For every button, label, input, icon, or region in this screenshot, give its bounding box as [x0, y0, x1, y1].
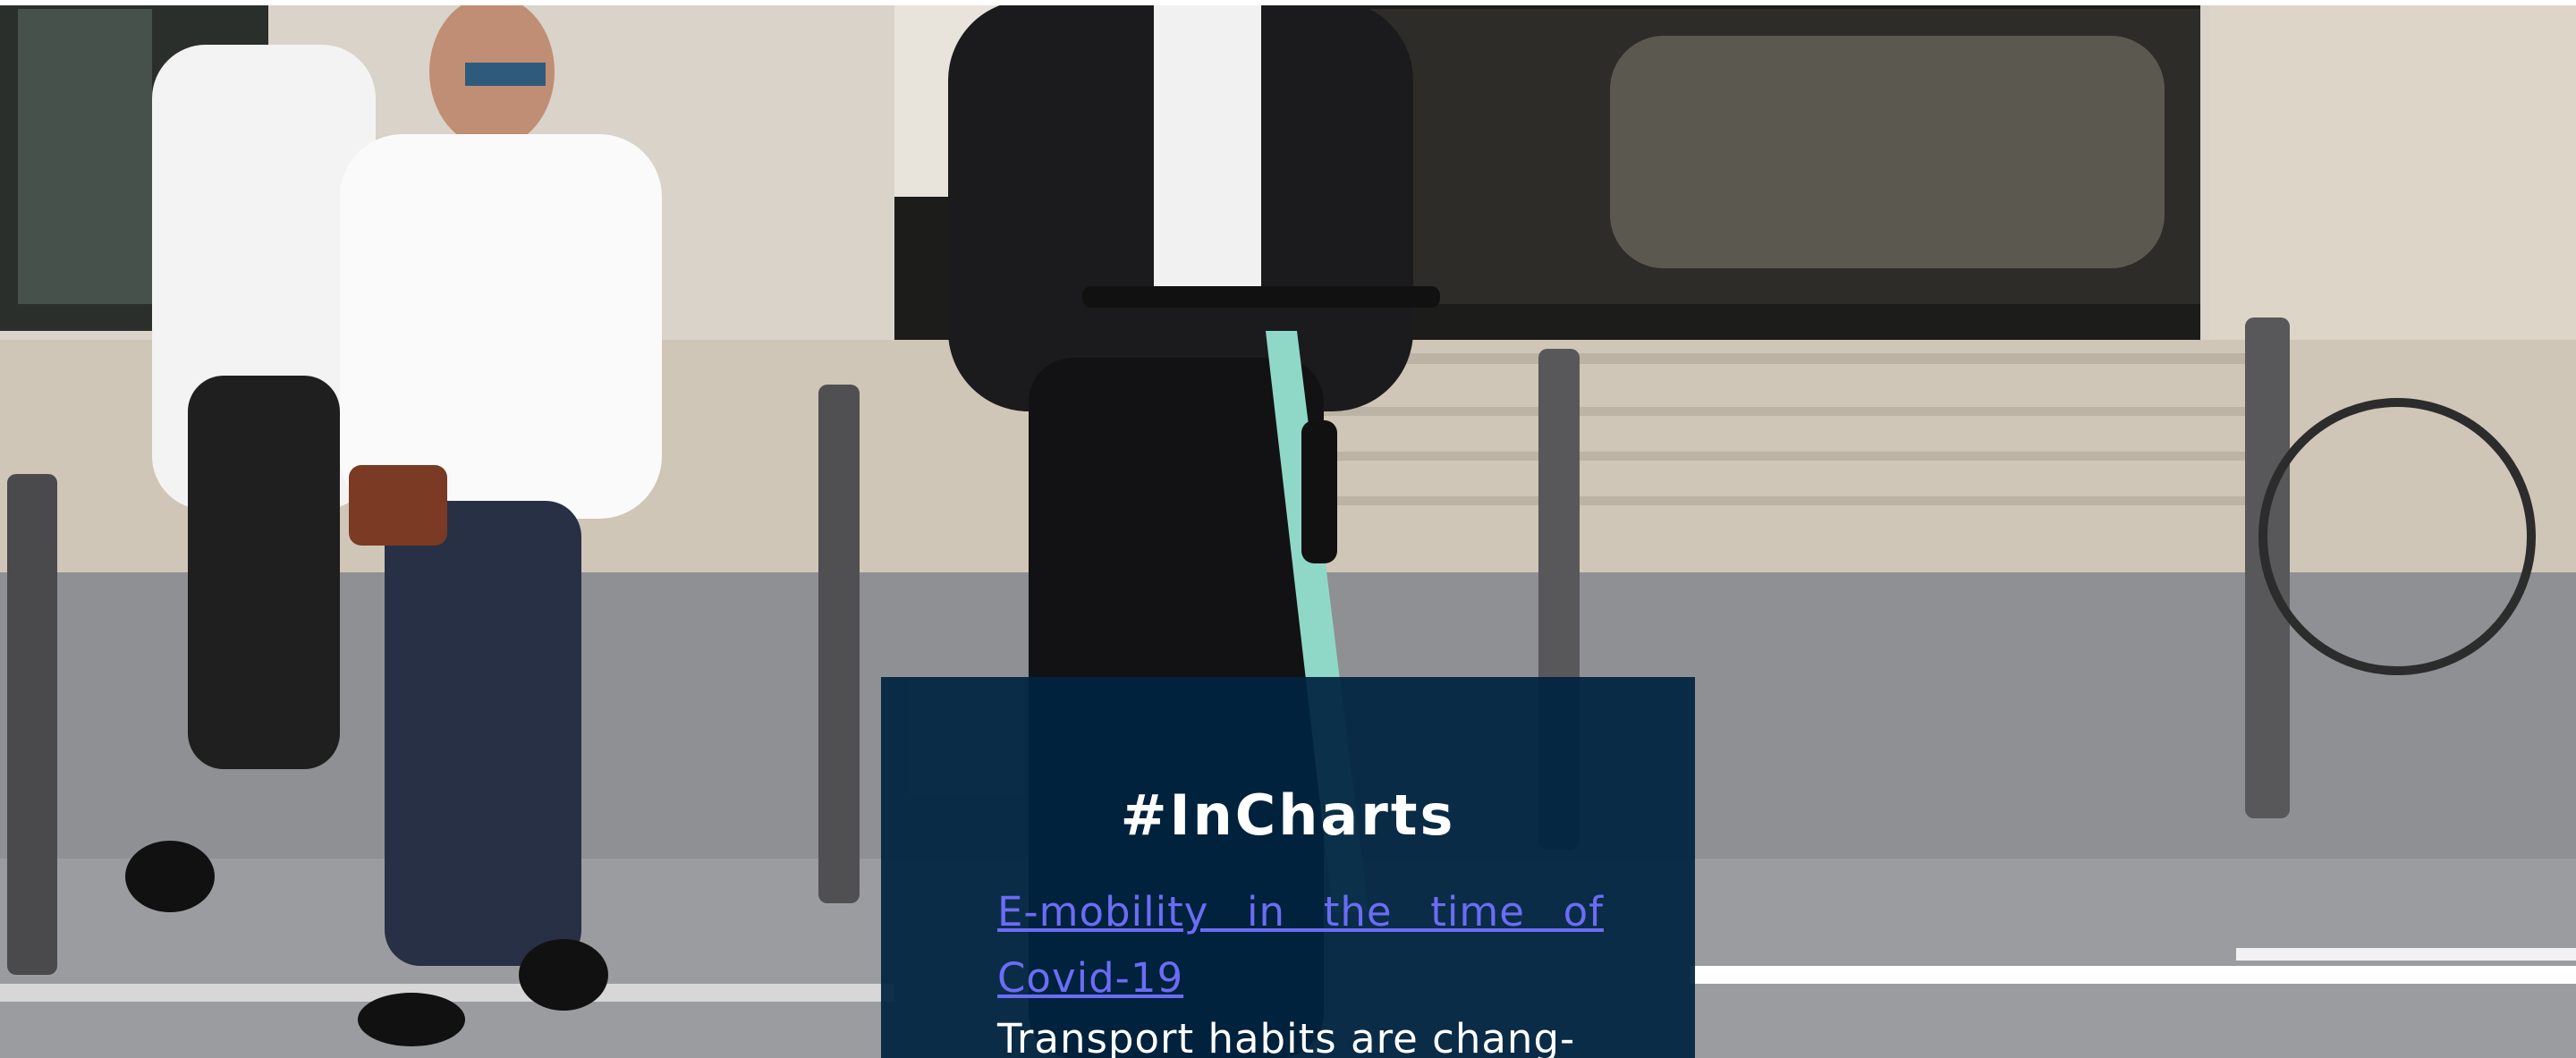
article-link-line-2: Covid-19 — [997, 954, 1184, 1002]
card-title: #InCharts — [1120, 783, 1456, 848]
hero-banner: #InCharts E-mobility in the time of Covi… — [0, 0, 2576, 1058]
top-strip — [0, 0, 2576, 5]
incharts-card: #InCharts E-mobility in the time of Covi… — [881, 677, 1695, 1058]
article-link-line-1: E-mobility in the time of — [997, 888, 1604, 935]
card-description: Transport habits are chang- — [997, 1015, 1576, 1058]
article-link[interactable]: E-mobility in the time of Covid-19 — [997, 879, 1604, 1011]
